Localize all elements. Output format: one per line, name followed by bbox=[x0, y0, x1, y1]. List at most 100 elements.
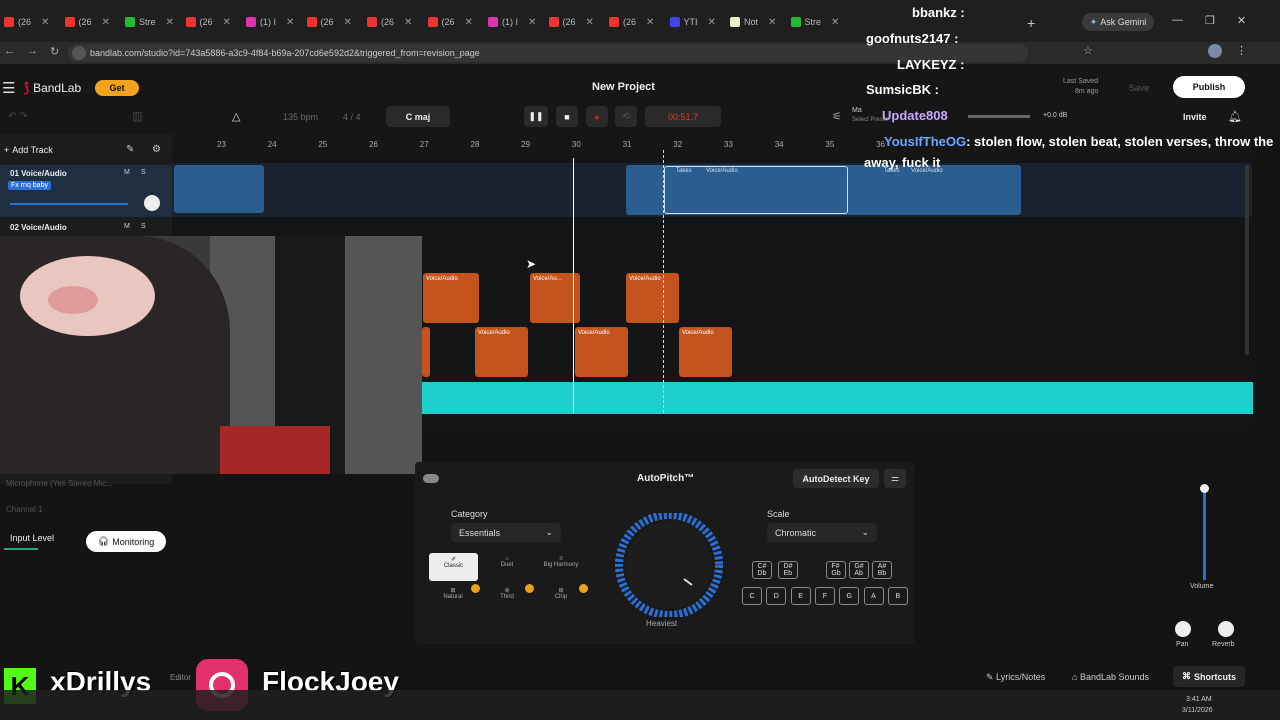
sharp-key-button[interactable]: C# Db bbox=[752, 561, 772, 579]
grid-icon[interactable]: ▥ bbox=[132, 109, 143, 123]
preset-big-harmony[interactable]: ≡ Big Harmony bbox=[536, 553, 586, 581]
selected-take-outline[interactable] bbox=[664, 166, 848, 214]
natural-key-button[interactable]: D bbox=[766, 587, 787, 605]
preset-third[interactable]: ⊕ Third bbox=[485, 587, 529, 613]
preset-duet[interactable]: ⌂ Duet bbox=[485, 553, 529, 581]
browser-tab[interactable]: (26 ✕ bbox=[185, 12, 231, 32]
mute-button[interactable]: M bbox=[124, 223, 130, 230]
browser-tab[interactable]: (26 ✕ bbox=[367, 12, 412, 32]
hamburger-icon[interactable]: ☰ bbox=[2, 79, 15, 97]
lyrics-notes-button[interactable]: ✎ Lyrics/Notes bbox=[986, 672, 1045, 683]
close-icon[interactable]: ✕ bbox=[1237, 14, 1246, 27]
track-settings-icon[interactable]: ⚙ bbox=[152, 144, 161, 155]
audio-clip[interactable]: Voice/Audio bbox=[475, 327, 528, 377]
beat-waveform-clip[interactable] bbox=[422, 382, 1253, 414]
record-button[interactable]: ● bbox=[586, 106, 608, 127]
browser-tab[interactable]: (26 ✕ bbox=[609, 12, 654, 32]
sharp-key-button[interactable]: G# Ab bbox=[849, 561, 869, 579]
bandlab-sounds-button[interactable]: ⌂ BandLab Sounds bbox=[1072, 672, 1149, 682]
browser-tab[interactable]: (26 ✕ bbox=[4, 12, 49, 32]
category-select[interactable]: Essentials ⌄ bbox=[451, 523, 561, 542]
browser-tab[interactable]: (1) I ✕ bbox=[488, 12, 536, 32]
loop-button[interactable]: ⟲ bbox=[615, 106, 637, 127]
key-selector[interactable]: C maj bbox=[386, 106, 450, 127]
publish-button[interactable]: Publish bbox=[1173, 76, 1245, 98]
pan-knob[interactable] bbox=[1175, 621, 1191, 637]
shortcuts-button[interactable]: ⌘ Shortcuts bbox=[1173, 666, 1245, 687]
natural-key-button[interactable]: B bbox=[887, 587, 908, 605]
mute-button[interactable]: M bbox=[124, 169, 130, 176]
volume-fader-handle[interactable] bbox=[1200, 484, 1209, 493]
audio-clip[interactable]: Voice/Audio bbox=[626, 273, 679, 323]
natural-key-button[interactable]: E bbox=[790, 587, 811, 605]
close-tab-icon[interactable]: ✕ bbox=[344, 17, 352, 28]
natural-key-button[interactable]: F bbox=[814, 587, 835, 605]
track-volume-slider[interactable] bbox=[10, 203, 128, 205]
wrench-icon[interactable]: ✎ bbox=[126, 144, 134, 155]
input-device-select[interactable]: Microphone (Yeti Stereo Mic... bbox=[6, 479, 113, 488]
close-tab-icon[interactable]: ✕ bbox=[286, 17, 294, 28]
forward-icon[interactable]: → bbox=[27, 45, 38, 58]
pause-button[interactable]: ❚❚ bbox=[524, 106, 548, 127]
channel-select[interactable]: Channel 1 bbox=[6, 505, 42, 514]
sharp-key-button[interactable]: F# Gb bbox=[826, 561, 846, 579]
close-tab-icon[interactable]: ✕ bbox=[768, 17, 776, 28]
audio-clip[interactable]: Voice/Audio bbox=[423, 273, 479, 323]
new-tab-button[interactable]: + bbox=[1027, 15, 1035, 31]
browser-tab[interactable]: (26 ✕ bbox=[427, 12, 473, 32]
natural-key-button[interactable]: C bbox=[742, 587, 762, 605]
fx-badge[interactable]: Fx rnq baby bbox=[8, 181, 51, 190]
preset-chip[interactable]: ⊞ Chip bbox=[539, 587, 583, 613]
browser-tab[interactable]: (1) I ✕ bbox=[246, 12, 294, 32]
audio-clip[interactable] bbox=[422, 327, 430, 377]
pan-knob[interactable] bbox=[144, 195, 160, 211]
editor-tab[interactable]: Editor bbox=[170, 673, 191, 682]
star-icon[interactable]: ☆ bbox=[1083, 44, 1093, 57]
master-volume-slider[interactable] bbox=[968, 115, 1030, 118]
project-title[interactable]: New Project bbox=[592, 81, 655, 93]
close-tab-icon[interactable]: ✕ bbox=[465, 17, 473, 28]
close-tab-icon[interactable]: ✕ bbox=[166, 17, 174, 28]
volume-fader[interactable] bbox=[1203, 488, 1206, 580]
browser-menu-icon[interactable]: ⋮ bbox=[1236, 44, 1247, 57]
maximize-icon[interactable]: ❐ bbox=[1205, 14, 1215, 27]
invite-button[interactable]: Invite bbox=[1183, 112, 1207, 122]
close-tab-icon[interactable]: ✕ bbox=[404, 17, 412, 28]
reverb-knob[interactable] bbox=[1218, 621, 1234, 637]
close-tab-icon[interactable]: ✕ bbox=[586, 17, 594, 28]
monitoring-button[interactable]: 🎧︎ Monitoring bbox=[86, 531, 166, 552]
close-tab-icon[interactable]: ✕ bbox=[528, 17, 536, 28]
natural-key-button[interactable]: G bbox=[839, 587, 860, 605]
bpm-display[interactable]: 135 bpm bbox=[283, 112, 318, 122]
close-tab-icon[interactable]: ✕ bbox=[102, 17, 110, 28]
bell-icon[interactable]: 🔔︎ bbox=[1228, 110, 1242, 123]
save-button[interactable]: Save bbox=[1113, 78, 1165, 98]
browser-tab[interactable]: Stre ✕ bbox=[790, 12, 839, 32]
close-tab-icon[interactable]: ✕ bbox=[831, 17, 839, 28]
audio-clip[interactable]: Voice/Audio bbox=[575, 327, 628, 377]
autopitch-toggle[interactable] bbox=[423, 474, 439, 483]
solo-button[interactable]: S bbox=[141, 223, 146, 230]
natural-key-button[interactable]: A bbox=[863, 587, 884, 605]
sharp-key-button[interactable]: A# Bb bbox=[872, 561, 892, 579]
ask-gemini-button[interactable]: ✦ Ask Gemini bbox=[1082, 13, 1154, 31]
stop-button[interactable]: ■ bbox=[556, 106, 578, 127]
reload-icon[interactable]: ↻ bbox=[50, 45, 59, 58]
browser-tab[interactable]: (26 ✕ bbox=[306, 12, 352, 32]
master-fx-icon[interactable]: ⚟ bbox=[832, 110, 842, 123]
track-row[interactable]: 01 Voice/Audio Fx rnq baby M S bbox=[0, 165, 172, 217]
preset-classic[interactable]: ✐ Classic bbox=[429, 553, 478, 581]
amount-knob[interactable] bbox=[612, 513, 726, 617]
add-track-button[interactable]: + Add Track bbox=[4, 145, 53, 155]
close-tab-icon[interactable]: ✕ bbox=[708, 17, 716, 28]
metronome-icon[interactable]: △ bbox=[232, 110, 240, 123]
browser-tab[interactable]: Stre ✕ bbox=[125, 12, 174, 32]
browser-tab[interactable]: (26 ✕ bbox=[64, 12, 110, 32]
autodetect-key-button[interactable]: AutoDetect Key bbox=[793, 469, 879, 488]
undo-icon[interactable]: ↶ ↷ bbox=[8, 111, 28, 122]
audio-clip[interactable]: Voice/Audio bbox=[679, 327, 732, 377]
site-info-icon[interactable] bbox=[72, 46, 86, 60]
sharp-key-button[interactable]: D# Eb bbox=[778, 561, 798, 579]
browser-tab[interactable]: YTI ✕ bbox=[669, 12, 716, 32]
close-tab-icon[interactable]: ✕ bbox=[646, 17, 654, 28]
